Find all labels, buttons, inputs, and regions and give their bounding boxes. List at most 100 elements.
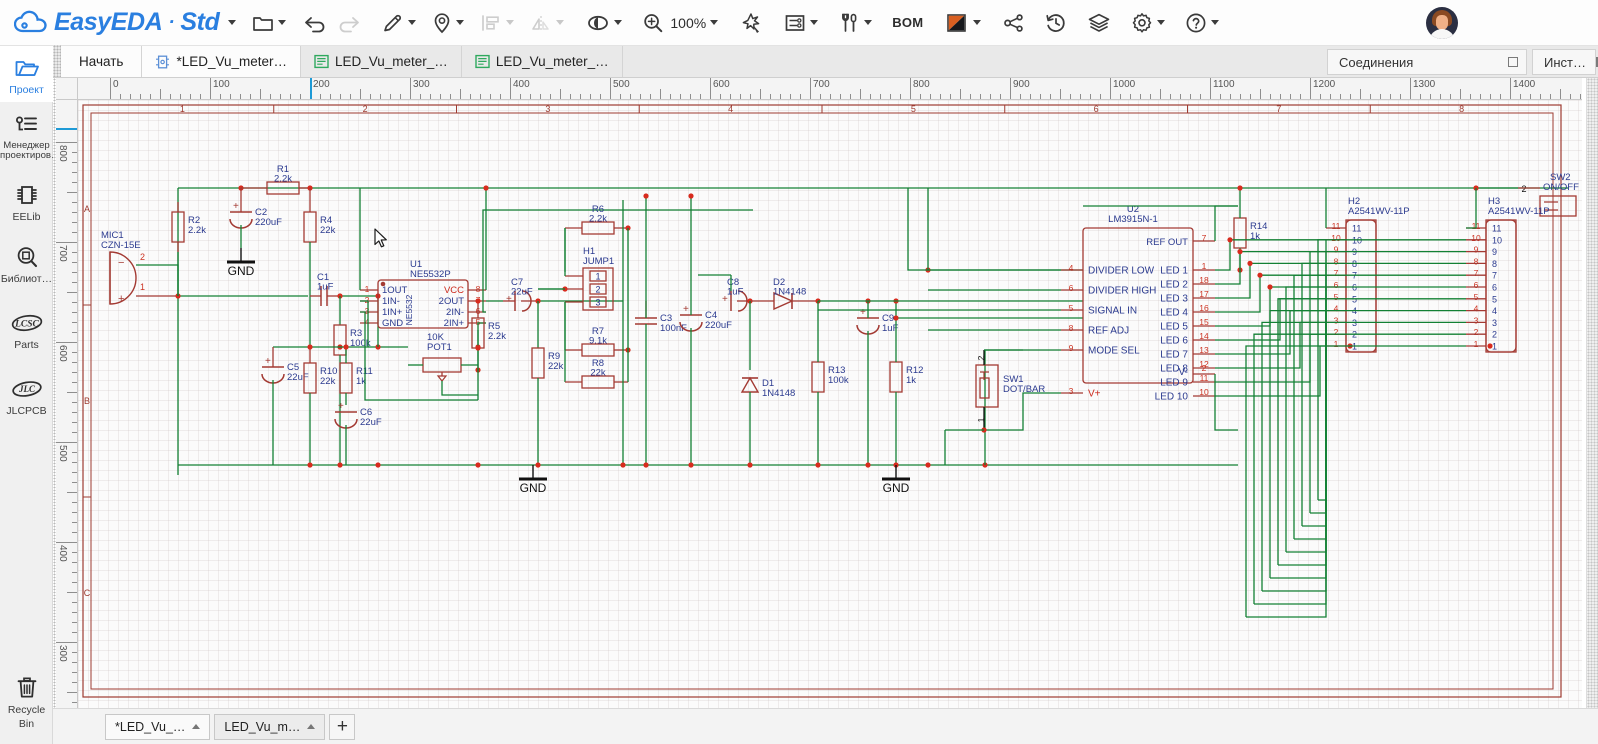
junction-dot (688, 193, 694, 199)
tabbar-grip[interactable] (53, 45, 61, 77)
h3-route-5[interactable] (1286, 287, 1327, 553)
divider-low-wire[interactable] (907, 188, 1061, 271)
sidebar-item-jlcpcb[interactable]: JLC JLCPCB (0, 367, 53, 423)
h3-route-1[interactable] (1318, 239, 1327, 501)
val-C1: 1uF (317, 282, 334, 293)
junction-dot (1247, 260, 1253, 266)
redo-button[interactable] (332, 0, 365, 46)
conn-pin-num: 4 (1474, 304, 1479, 314)
tab-led-vu-meter-sch-2[interactable]: LED_Vu_meter_… (461, 46, 623, 77)
sidebar-item-recycle-bin[interactable]: Recycle Bin (0, 666, 53, 736)
resistor-body-R13[interactable] (811, 361, 825, 393)
share-button[interactable] (998, 0, 1030, 46)
h3-feed-2[interactable] (1309, 250, 1466, 513)
sidebar-label-library: Библиот… (0, 274, 53, 285)
settings-button[interactable] (1126, 0, 1170, 46)
mirror-tools-button[interactable] (525, 0, 569, 46)
sidebar-item-project[interactable]: Проект (0, 46, 53, 102)
resistor-body-R11[interactable] (339, 362, 353, 394)
attributes-button[interactable] (779, 0, 823, 46)
brand-name: EasyEDA (54, 8, 163, 36)
visibility-button[interactable] (581, 0, 627, 46)
sheet-tab-bar: *LED_Vu_… LED_Vu_m… + (53, 708, 1598, 744)
svg-text:JLC: JLC (17, 384, 35, 394)
pot1-body[interactable] (422, 357, 462, 373)
resistor-body-R14[interactable] (1233, 217, 1247, 249)
h3-feed-10[interactable] (1245, 345, 1466, 617)
horizontal-ruler[interactable]: 0 100 200 300 400 500 600 700 800 900 1000 1100 1200… (78, 78, 1582, 100)
chevron-up-icon[interactable] (307, 724, 316, 729)
resistor-body-R12[interactable] (889, 361, 903, 393)
junction-dot (1487, 343, 1493, 349)
h3-route-9[interactable] (1254, 334, 1327, 605)
easyeda-cloud-icon (14, 10, 47, 32)
junction-dot (1237, 249, 1243, 255)
tab-led-vu-meter-sch-1[interactable]: LED_Vu_meter_… (301, 46, 462, 77)
conn-pin-num: 6 (1474, 280, 1479, 290)
avatar[interactable] (1426, 7, 1458, 39)
zoom-in-icon (644, 13, 663, 32)
question-circle-icon (1186, 13, 1206, 32)
recycle-label-1: Recycle (7, 705, 46, 716)
help-button[interactable] (1180, 0, 1224, 46)
conn-pin-label: 3 (1492, 318, 1497, 328)
u1-pin-label: 2IN+ (444, 318, 465, 329)
sidebar-item-library[interactable]: Библиот… (0, 235, 53, 291)
theme-button[interactable] (940, 0, 986, 46)
sw1-body[interactable] (975, 364, 999, 408)
main-toolbar: EasyEDA · Std 100% BOM (0, 0, 1598, 46)
vertical-ruler[interactable]: 800 700 600 500 400 300 (56, 100, 78, 720)
sidebar-item-eelib[interactable]: EELib (0, 173, 53, 229)
junction-dot (475, 298, 481, 304)
app-logo[interactable]: EasyEDA · Std (0, 8, 220, 37)
add-sheet-button[interactable]: + (329, 713, 356, 740)
tab-led-vu-meter-pcb[interactable]: *LED_Vu_meter… (142, 46, 301, 77)
caret-down-icon (556, 20, 565, 25)
sheet-tab-1[interactable]: LED_Vu_m… (214, 713, 326, 740)
chevron-up-icon[interactable] (192, 724, 201, 729)
sidebar-item-parts[interactable]: LCSC Parts (0, 301, 53, 357)
open-file-button[interactable] (247, 0, 291, 46)
h3-route-3[interactable] (1302, 263, 1327, 527)
restore-window-icon[interactable] (1508, 57, 1518, 67)
h3-feed-8[interactable] (1261, 321, 1466, 591)
layers-button[interactable] (1082, 0, 1116, 46)
sw1-bottom-wire[interactable] (984, 400, 1024, 431)
zoom-control[interactable]: 100% (637, 0, 723, 46)
brand-dropdown[interactable] (219, 0, 241, 46)
sheet-tab-0[interactable]: *LED_Vu_… (105, 713, 211, 740)
history-button[interactable] (1040, 0, 1072, 46)
caret-down-icon (1157, 20, 1166, 25)
gnd-label-c2: GND (228, 264, 255, 278)
h1-pin-2: 2 (595, 285, 600, 295)
undo-button[interactable] (299, 0, 332, 46)
align-tools-button[interactable] (475, 0, 519, 46)
resistor-body-R9[interactable] (531, 347, 545, 379)
conn-pin-num: 5 (1474, 292, 1479, 302)
mic-pos: + (118, 293, 124, 305)
resistor-body-R4[interactable] (303, 211, 317, 243)
dock-instruments[interactable]: Инст… (1532, 49, 1598, 75)
pot-wiper-wire[interactable] (441, 381, 478, 396)
frame-col-label: 6 (1094, 104, 1099, 114)
bom-button[interactable]: BOM (887, 0, 928, 46)
resistor-body-R3[interactable] (333, 324, 347, 356)
val-R12: 1k (906, 375, 916, 386)
tab-start[interactable]: Начать (61, 46, 143, 77)
trash-icon (14, 674, 40, 702)
lcsc-logo-icon: LCSC (10, 309, 44, 337)
val-D2: 1N4148 (773, 287, 806, 298)
draw-tools-button[interactable] (377, 0, 421, 46)
schematic-canvas[interactable]: 1 2 3 4 5 6 7 8 A B C MIC1 CZN-15E − +2 1 R2 2.2k + C2 220uF… (78, 100, 1582, 720)
tools-button[interactable] (833, 0, 877, 46)
h3-feed-1[interactable] (1317, 239, 1466, 500)
h3-feed-6[interactable] (1277, 298, 1466, 565)
magic-wand-button[interactable] (735, 0, 767, 46)
chip-icon (14, 181, 40, 209)
sidebar-item-design-manager[interactable]: Менеджер проектиров… (0, 102, 53, 167)
u1-pin-label: 1OUT (382, 285, 408, 296)
canvas-right-scroll[interactable] (1586, 78, 1598, 744)
place-tools-button[interactable] (427, 0, 469, 46)
dock-connections[interactable]: Соединения (1327, 49, 1527, 75)
caret-down-icon (810, 20, 819, 25)
